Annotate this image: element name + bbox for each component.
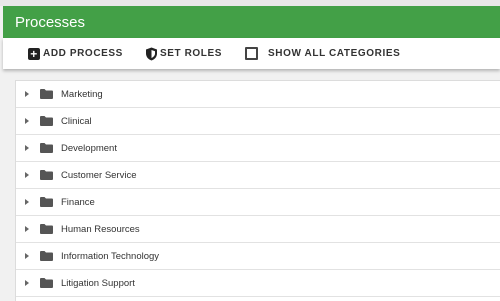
caret-right-icon[interactable] [25,172,29,178]
show-all-categories-label: SHOW ALL CATEGORIES [268,48,401,59]
set-roles-label: SET ROLES [159,48,223,59]
folder-icon [40,224,53,234]
tree-row-development[interactable]: Development [16,135,500,162]
tree-row-label: Litigation Support [61,277,135,289]
caret-right-icon[interactable] [25,145,29,151]
folder-icon [40,170,53,180]
tree-row-clinical[interactable]: Clinical [16,108,500,135]
show-all-categories-checkbox[interactable] [245,47,259,60]
add-box-icon: + [28,47,40,60]
toolbar: + ADD PROCESS SET ROLES SHOW ALL CATEGOR… [3,38,500,69]
tree-row-label: Information Technology [61,250,160,262]
tree-row-label: Human Resources [61,223,140,235]
page-header: Processes [3,6,500,38]
tree-row-information-technology[interactable]: Information Technology [16,243,500,270]
caret-right-icon[interactable] [25,118,29,124]
tree-row-label: Finance [61,196,95,208]
tree-row-label: Clinical [61,115,92,127]
caret-right-icon[interactable] [25,226,29,232]
set-roles-button[interactable]: SET ROLES [145,47,222,61]
shield-icon [145,47,158,61]
folder-icon [40,143,53,153]
tree-row-customer-service[interactable]: Customer Service [16,162,500,189]
folder-icon [40,251,53,261]
caret-right-icon[interactable] [25,280,29,286]
tree-row-marketing[interactable]: Marketing [16,81,500,108]
tree-row-human-resources[interactable]: Human Resources [16,216,500,243]
add-process-button[interactable]: + ADD PROCESS [28,47,123,60]
tree-row-litigation-support[interactable]: Litigation Support [16,270,500,297]
caret-right-icon[interactable] [25,253,29,259]
folder-icon [40,116,53,126]
folder-icon [40,278,53,288]
process-tree: Marketing Clinical Development Customer … [15,80,500,301]
caret-right-icon[interactable] [25,91,29,97]
page-title: Processes [15,13,86,31]
folder-icon [40,197,53,207]
show-all-categories-toggle[interactable]: SHOW ALL CATEGORIES [245,47,400,60]
folder-icon [40,89,53,99]
tree-row-label: Customer Service [61,169,137,181]
caret-right-icon[interactable] [25,199,29,205]
add-process-label: ADD PROCESS [43,48,123,59]
tree-row-label: Marketing [61,88,103,100]
tree-row-finance[interactable]: Finance [16,189,500,216]
tree-row-label: Development [61,142,117,154]
